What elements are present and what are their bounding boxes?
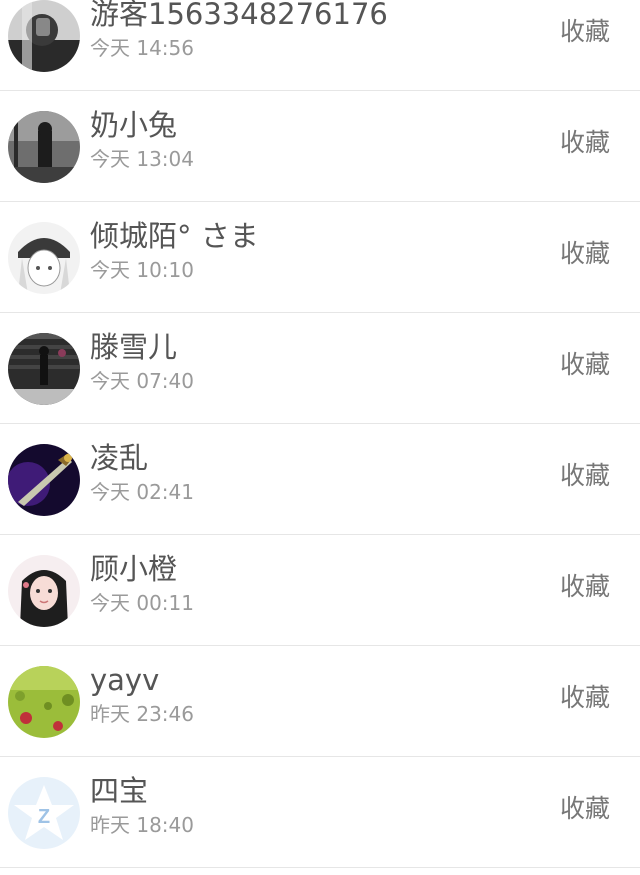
- list-item[interactable]: 倾城陌° さま 今天 10:10 收藏: [0, 202, 640, 313]
- favorite-button[interactable]: 收藏: [560, 460, 610, 492]
- avatar-photo-icon: [8, 333, 80, 405]
- favorite-button[interactable]: 收藏: [560, 793, 610, 825]
- list-item[interactable]: 滕雪儿 今天 07:40 收藏: [0, 313, 640, 424]
- user-name: yayv: [90, 663, 160, 697]
- avatar[interactable]: [8, 111, 80, 183]
- avatar[interactable]: [8, 0, 80, 72]
- visit-time: 今天 02:41: [90, 480, 194, 504]
- avatar-photo-icon: [8, 0, 80, 72]
- list-item[interactable]: 奶小兔 今天 13:04 收藏: [0, 91, 640, 202]
- avatar[interactable]: [8, 333, 80, 405]
- user-name: 凌乱: [90, 441, 149, 475]
- visit-time: 今天 14:56: [90, 36, 194, 60]
- avatar-grass-icon: [8, 666, 80, 738]
- qzone-default-avatar-icon: Z: [8, 777, 80, 849]
- visit-time: 今天 07:40: [90, 369, 194, 393]
- visit-time: 今天 00:11: [90, 591, 194, 615]
- user-name: 顾小橙: [90, 552, 178, 586]
- visit-time: 昨天 23:46: [90, 702, 194, 726]
- avatar[interactable]: Z: [8, 777, 80, 849]
- user-name: 倾城陌° さま: [90, 219, 259, 253]
- svg-text:Z: Z: [38, 806, 50, 828]
- favorite-button[interactable]: 收藏: [560, 238, 610, 270]
- user-name: 四宝: [90, 774, 149, 808]
- visit-time: 今天 13:04: [90, 147, 194, 171]
- avatar-sword-icon: [8, 444, 80, 516]
- visit-time: 昨天 18:40: [90, 813, 194, 837]
- list-item[interactable]: yayv 昨天 23:46 收藏: [0, 646, 640, 757]
- favorite-button[interactable]: 收藏: [560, 127, 610, 159]
- favorite-button[interactable]: 收藏: [560, 571, 610, 603]
- user-list: 游客1563348276176 今天 14:56 收藏 奶小兔 今天 13:04…: [0, 0, 640, 868]
- avatar-photo-icon: [8, 111, 80, 183]
- user-name: 游客1563348276176: [90, 0, 388, 31]
- favorite-button[interactable]: 收藏: [560, 682, 610, 714]
- list-item[interactable]: 凌乱 今天 02:41 收藏: [0, 424, 640, 535]
- avatar-anime-icon: [8, 222, 80, 294]
- list-item[interactable]: Z 四宝 昨天 18:40 收藏: [0, 757, 640, 868]
- visit-time: 今天 10:10: [90, 258, 194, 282]
- avatar[interactable]: [8, 222, 80, 294]
- list-item[interactable]: 游客1563348276176 今天 14:56 收藏: [0, 0, 640, 91]
- avatar[interactable]: [8, 444, 80, 516]
- favorite-button[interactable]: 收藏: [560, 16, 610, 48]
- avatar[interactable]: [8, 555, 80, 627]
- avatar-girl-icon: [8, 555, 80, 627]
- avatar[interactable]: [8, 666, 80, 738]
- user-name: 滕雪儿: [90, 330, 178, 364]
- favorite-button[interactable]: 收藏: [560, 349, 610, 381]
- list-item[interactable]: 顾小橙 今天 00:11 收藏: [0, 535, 640, 646]
- user-name: 奶小兔: [90, 108, 178, 142]
